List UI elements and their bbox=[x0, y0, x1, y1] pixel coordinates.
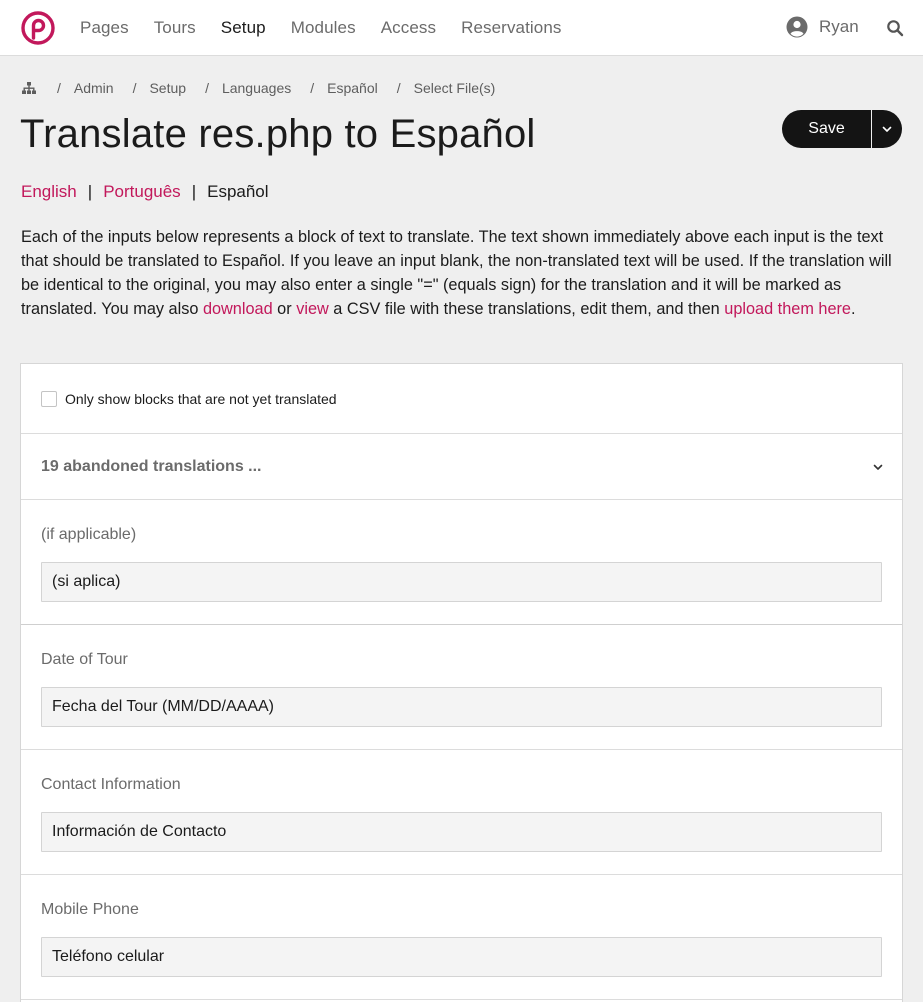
translation-panel: Only show blocks that are not yet transl… bbox=[20, 363, 903, 1002]
language-separator: | bbox=[87, 182, 93, 201]
search-icon[interactable] bbox=[886, 19, 904, 37]
instructions-text: Each of the inputs below represents a bl… bbox=[21, 225, 901, 321]
abandoned-translations-label: 19 abandoned translations ... bbox=[41, 457, 262, 475]
instructions-part-3: a CSV file with these translations, edit… bbox=[328, 300, 725, 318]
download-csv-link[interactable]: download bbox=[203, 300, 273, 318]
breadcrumb: / Admin / Setup / Languages / Español / … bbox=[21, 80, 495, 96]
abandoned-translations-toggle[interactable]: 19 abandoned translations ... bbox=[21, 434, 902, 500]
translation-block: (if applicable) bbox=[21, 500, 902, 625]
language-separator: | bbox=[191, 182, 197, 201]
user-name: Ryan bbox=[819, 17, 859, 36]
save-button[interactable]: Save bbox=[782, 110, 871, 148]
chevron-down-icon bbox=[873, 464, 883, 470]
breadcrumb-separator: / bbox=[57, 80, 61, 96]
translation-block: Contact Information bbox=[21, 750, 902, 875]
nav-modules[interactable]: Modules bbox=[291, 18, 356, 38]
translation-input[interactable] bbox=[41, 937, 882, 977]
nav-setup[interactable]: Setup bbox=[221, 18, 266, 38]
top-nav-bar: Pages Tours Setup Modules Access Reserva… bbox=[0, 0, 923, 56]
save-options-button[interactable] bbox=[872, 110, 902, 148]
breadcrumb-languages[interactable]: Languages bbox=[222, 80, 291, 96]
nav-reservations[interactable]: Reservations bbox=[461, 18, 561, 38]
view-csv-link[interactable]: view bbox=[296, 300, 329, 318]
translation-input[interactable] bbox=[41, 687, 882, 727]
breadcrumb-separator: / bbox=[205, 80, 209, 96]
untranslated-filter-row: Only show blocks that are not yet transl… bbox=[21, 364, 902, 434]
breadcrumb-separator: / bbox=[310, 80, 315, 96]
breadcrumb-espanol[interactable]: Español bbox=[327, 80, 378, 96]
main-nav: Pages Tours Setup Modules Access Reserva… bbox=[80, 0, 587, 56]
source-text: Date of Tour bbox=[41, 651, 128, 668]
sitemap-home-icon[interactable] bbox=[21, 80, 37, 96]
language-current: Español bbox=[207, 182, 269, 201]
language-switcher: English | Português | Español bbox=[21, 182, 269, 202]
untranslated-filter-checkbox[interactable] bbox=[41, 390, 57, 407]
chevron-down-icon bbox=[882, 126, 892, 132]
source-text: Contact Information bbox=[41, 776, 181, 793]
language-english-link[interactable]: English bbox=[21, 182, 77, 202]
language-portugues-link[interactable]: Português bbox=[103, 182, 181, 202]
brand-logo-icon[interactable] bbox=[21, 11, 55, 45]
translation-input[interactable] bbox=[41, 562, 882, 602]
translation-block: Mobile Phone bbox=[21, 875, 902, 1000]
upload-csv-link[interactable]: upload them here bbox=[724, 300, 851, 318]
translation-block: Date of Tour bbox=[21, 625, 902, 750]
source-text: Mobile Phone bbox=[41, 901, 139, 918]
page-title: Translate res.php to Español bbox=[20, 112, 536, 156]
translation-input[interactable] bbox=[41, 812, 882, 852]
source-text: (if applicable) bbox=[41, 526, 137, 543]
breadcrumb-admin[interactable]: Admin bbox=[74, 80, 114, 96]
breadcrumb-separator: / bbox=[132, 80, 137, 96]
nav-pages[interactable]: Pages bbox=[80, 18, 129, 38]
user-menu[interactable]: Ryan bbox=[786, 16, 859, 38]
user-avatar-icon bbox=[786, 16, 808, 38]
breadcrumb-current: Select File(s) bbox=[413, 80, 496, 96]
breadcrumb-setup[interactable]: Setup bbox=[149, 80, 186, 96]
nav-tours[interactable]: Tours bbox=[154, 18, 196, 38]
instructions-part-2: or bbox=[272, 300, 297, 318]
nav-access[interactable]: Access bbox=[381, 18, 436, 38]
save-button-group: Save bbox=[782, 110, 902, 148]
breadcrumb-separator: / bbox=[396, 80, 401, 96]
untranslated-filter-label[interactable]: Only show blocks that are not yet transl… bbox=[65, 391, 337, 407]
instructions-part-4: . bbox=[851, 300, 856, 318]
